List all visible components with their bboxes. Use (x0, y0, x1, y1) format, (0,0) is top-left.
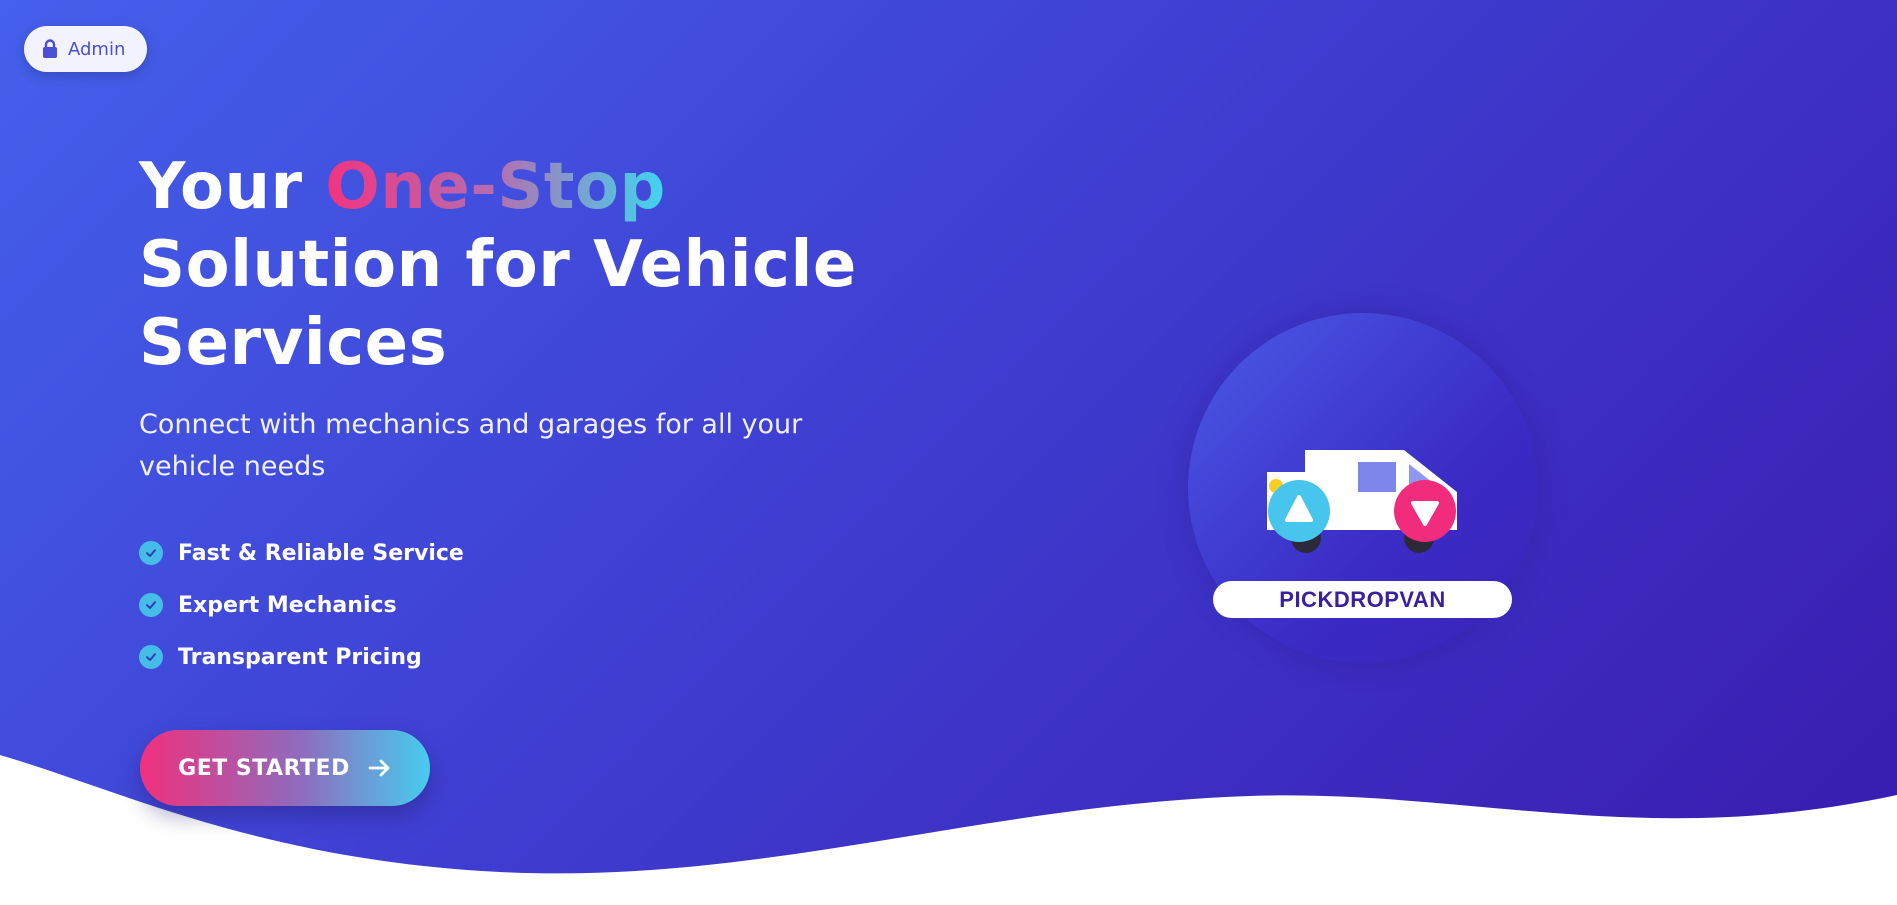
headline-prefix: Your (139, 150, 303, 224)
headline-highlight: One-Stop (325, 150, 666, 224)
feature-item: Expert Mechanics (139, 579, 464, 631)
check-circle-icon (139, 541, 163, 565)
hero-subtitle: Connect with mechanics and garages for a… (139, 409, 803, 482)
check-circle-icon (139, 593, 163, 617)
dropoff-down-arrow-icon (1394, 480, 1456, 542)
feature-text: Fast & Reliable Service (178, 540, 464, 566)
get-started-label: GET STARTED (178, 755, 350, 781)
lock-icon (42, 39, 58, 59)
feature-list: Fast & Reliable Service Expert Mechanics… (139, 527, 464, 683)
van-icon (1267, 450, 1457, 553)
brand-label: PICKDROPVAN (1279, 586, 1446, 612)
arrow-right-icon (368, 758, 392, 778)
feature-text: Expert Mechanics (178, 592, 397, 618)
get-started-button[interactable]: GET STARTED (140, 730, 430, 806)
pickup-up-arrow-icon (1268, 480, 1330, 542)
feature-text: Transparent Pricing (178, 644, 422, 670)
hero-section: Admin Your One-Stop Solution for Vehicle… (0, 0, 1897, 905)
admin-button[interactable]: Admin (24, 26, 148, 72)
brand-label-pill: PICKDROPVAN (1213, 581, 1512, 618)
feature-item: Fast & Reliable Service (139, 527, 464, 579)
feature-item: Transparent Pricing (139, 631, 464, 683)
hero-headline: Your One-Stop Solution for Vehicle Servi… (139, 148, 919, 382)
headline-suffix: Solution for Vehicle Services (139, 228, 857, 380)
admin-button-label: Admin (68, 38, 126, 60)
check-circle-icon (139, 645, 163, 669)
